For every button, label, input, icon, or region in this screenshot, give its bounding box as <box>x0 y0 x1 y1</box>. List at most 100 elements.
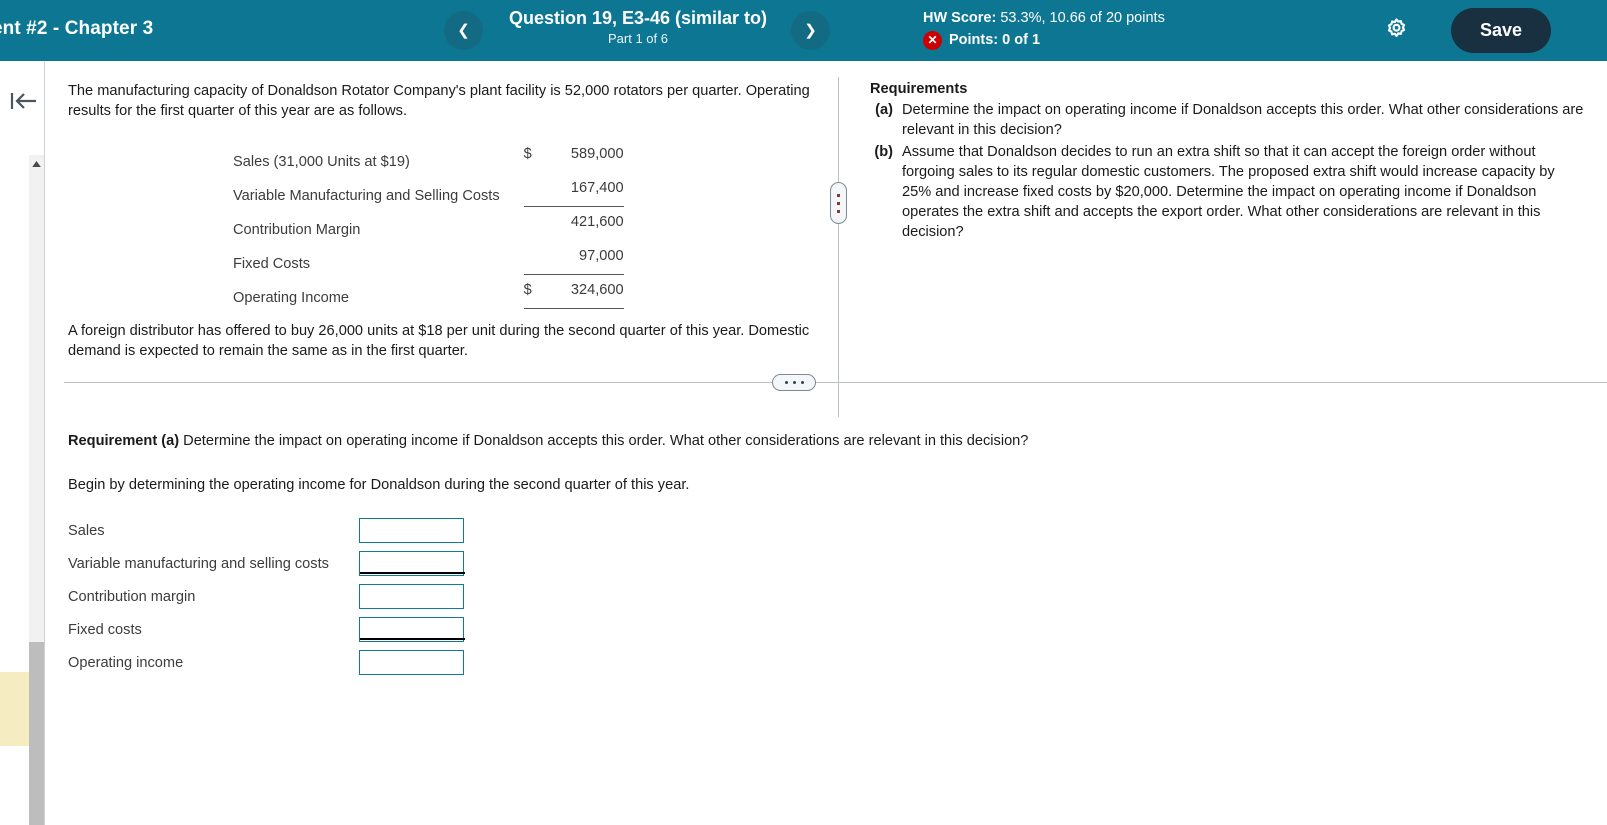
operating-results-table: Sales (31,000 Units at $19) $ 589,000 Va… <box>233 138 624 309</box>
table-row: Operating income <box>68 646 479 679</box>
question-part-label: Part 1 of 6 <box>608 31 668 46</box>
chevron-right-icon: ❯ <box>804 22 817 39</box>
table-row: Contribution Margin 421,600 <box>233 206 624 240</box>
handle-dot <box>837 209 840 213</box>
problem-closing-note: A foreign distributor has offered to buy… <box>68 322 810 359</box>
table-row: Variable manufacturing and selling costs <box>68 547 479 580</box>
points-text: Points: 0 of 1 <box>949 29 1040 51</box>
answer-section: Requirement (a) Determine the impact on … <box>68 431 1268 679</box>
answer-row-label: Variable manufacturing and selling costs <box>68 555 329 572</box>
answer-entry-table: Sales Variable manufacturing and selling… <box>68 514 479 679</box>
row-label: Fixed Costs <box>233 256 311 272</box>
table-row: Sales <box>68 514 479 547</box>
row-currency <box>523 172 544 207</box>
question-title-block: Question 19, E3-46 (similar to) Part 1 o… <box>490 6 786 48</box>
content-area: The manufacturing capacity of Donaldson … <box>45 61 1607 825</box>
operating-results-body: Sales (31,000 Units at $19) $ 589,000 Va… <box>233 138 624 309</box>
handle-dot <box>837 193 840 197</box>
row-value: 167,400 <box>543 172 624 207</box>
collapse-left-icon[interactable] <box>8 88 38 114</box>
vertical-resize-handle[interactable] <box>830 182 847 224</box>
vertical-divider <box>838 77 839 417</box>
save-button[interactable]: Save <box>1451 8 1551 53</box>
answer-entry-body: Sales Variable manufacturing and selling… <box>68 514 479 679</box>
chevron-left-icon: ❮ <box>457 22 470 39</box>
field-wrap <box>358 617 466 642</box>
answer-row-label: Sales <box>68 522 105 539</box>
answer-row-label: Contribution margin <box>68 588 196 605</box>
variable-costs-input[interactable] <box>358 551 464 576</box>
requirement-label: Requirement (a) <box>68 433 180 449</box>
handle-dot <box>792 381 796 384</box>
points-label: Points: <box>949 32 999 48</box>
row-label: Sales (31,000 Units at $19) <box>233 154 410 170</box>
question-title: Question 19, E3-46 (similar to) <box>508 8 768 28</box>
table-row: Variable Manufacturing and Selling Costs… <box>233 172 624 207</box>
answer-row-field <box>358 514 479 547</box>
row-value: 324,600 <box>543 274 624 309</box>
requirements-pane: Requirements (a) Determine the impact on… <box>870 81 1586 244</box>
problem-pane: The manufacturing capacity of Donaldson … <box>68 81 838 361</box>
handle-dot <box>784 381 788 384</box>
previous-question-button[interactable]: ❮ <box>444 11 483 50</box>
field-wrap <box>358 551 466 576</box>
requirement-text: Determine the impact on operating income… <box>902 102 1584 138</box>
table-row: Operating Income $ 324,600 <box>233 274 624 309</box>
left-rail <box>0 61 44 825</box>
app-header: ent #2 - Chapter 3 ❮ Question 19, E3-46 … <box>0 0 1607 61</box>
table-row: Contribution margin <box>68 580 479 613</box>
begin-instruction: Begin by determining the operating incom… <box>68 477 690 493</box>
scroll-up-arrow-icon[interactable] <box>29 158 44 170</box>
answer-row-field <box>358 613 479 646</box>
score-summary: HW Score: 53.3%, 10.66 of 20 points ✕ Po… <box>923 7 1165 51</box>
incorrect-status-icon: ✕ <box>923 30 942 50</box>
homework-score-line: HW Score: 53.3%, 10.66 of 20 points <box>923 7 1165 29</box>
answer-row-field <box>358 646 479 679</box>
handle-dot <box>800 381 804 384</box>
requirement-marker: (a) <box>875 102 893 118</box>
requirement-prompt: Requirement (a) Determine the impact on … <box>68 431 1268 451</box>
sales-input[interactable] <box>358 518 464 543</box>
row-label: Variable Manufacturing and Selling Costs <box>233 188 500 204</box>
row-value: 97,000 <box>543 240 624 275</box>
scrollbar-thumb[interactable] <box>29 642 44 825</box>
assignment-title: ent #2 - Chapter 3 <box>0 18 154 39</box>
field-wrap <box>358 650 466 675</box>
row-currency <box>524 206 544 240</box>
row-currency: $ <box>523 146 532 162</box>
table-row: Fixed Costs 97,000 <box>233 240 624 275</box>
handle-dot <box>837 201 840 205</box>
answer-row-field <box>358 580 479 613</box>
fixed-costs-input[interactable] <box>358 617 464 642</box>
requirement-item-b: (b) Assume that Donaldson decides to run… <box>870 142 1586 242</box>
answer-row-label: Operating income <box>68 654 184 671</box>
contribution-margin-input[interactable] <box>358 584 464 609</box>
row-currency: $ <box>523 274 544 309</box>
requirement-prompt-text: Determine the impact on operating income… <box>179 433 1029 449</box>
row-label: Operating Income <box>233 290 350 306</box>
points-line: ✕ Points: 0 of 1 <box>923 29 1165 51</box>
answer-row-field <box>358 547 479 580</box>
homework-score-value: 53.3%, 10.66 of 20 points <box>1000 10 1165 26</box>
operating-income-input[interactable] <box>358 650 464 675</box>
field-wrap <box>358 518 466 543</box>
page-scrollbar[interactable] <box>29 155 44 825</box>
requirement-item-a: (a) Determine the impact on operating in… <box>870 100 1586 140</box>
homework-score-label: HW Score: <box>923 10 997 26</box>
row-currency <box>523 240 544 275</box>
next-question-button[interactable]: ❯ <box>791 11 830 50</box>
table-row: Fixed costs <box>68 613 479 646</box>
table-row: Sales (31,000 Units at $19) $ 589,000 <box>233 138 624 172</box>
points-value: 0 of 1 <box>1002 32 1041 48</box>
requirement-text: Assume that Donaldson decides to run an … <box>902 144 1555 240</box>
row-value: 589,000 <box>570 146 624 162</box>
field-wrap <box>358 584 466 609</box>
highlight-marker <box>0 672 29 746</box>
horizontal-resize-handle[interactable] <box>772 374 816 391</box>
problem-intro-text: The manufacturing capacity of Donaldson … <box>68 83 810 119</box>
requirement-marker: (b) <box>874 144 893 160</box>
gear-icon[interactable] <box>1383 17 1410 44</box>
row-label: Contribution Margin <box>233 222 361 238</box>
requirements-heading: Requirements <box>870 81 968 97</box>
horizontal-divider <box>64 382 1607 383</box>
